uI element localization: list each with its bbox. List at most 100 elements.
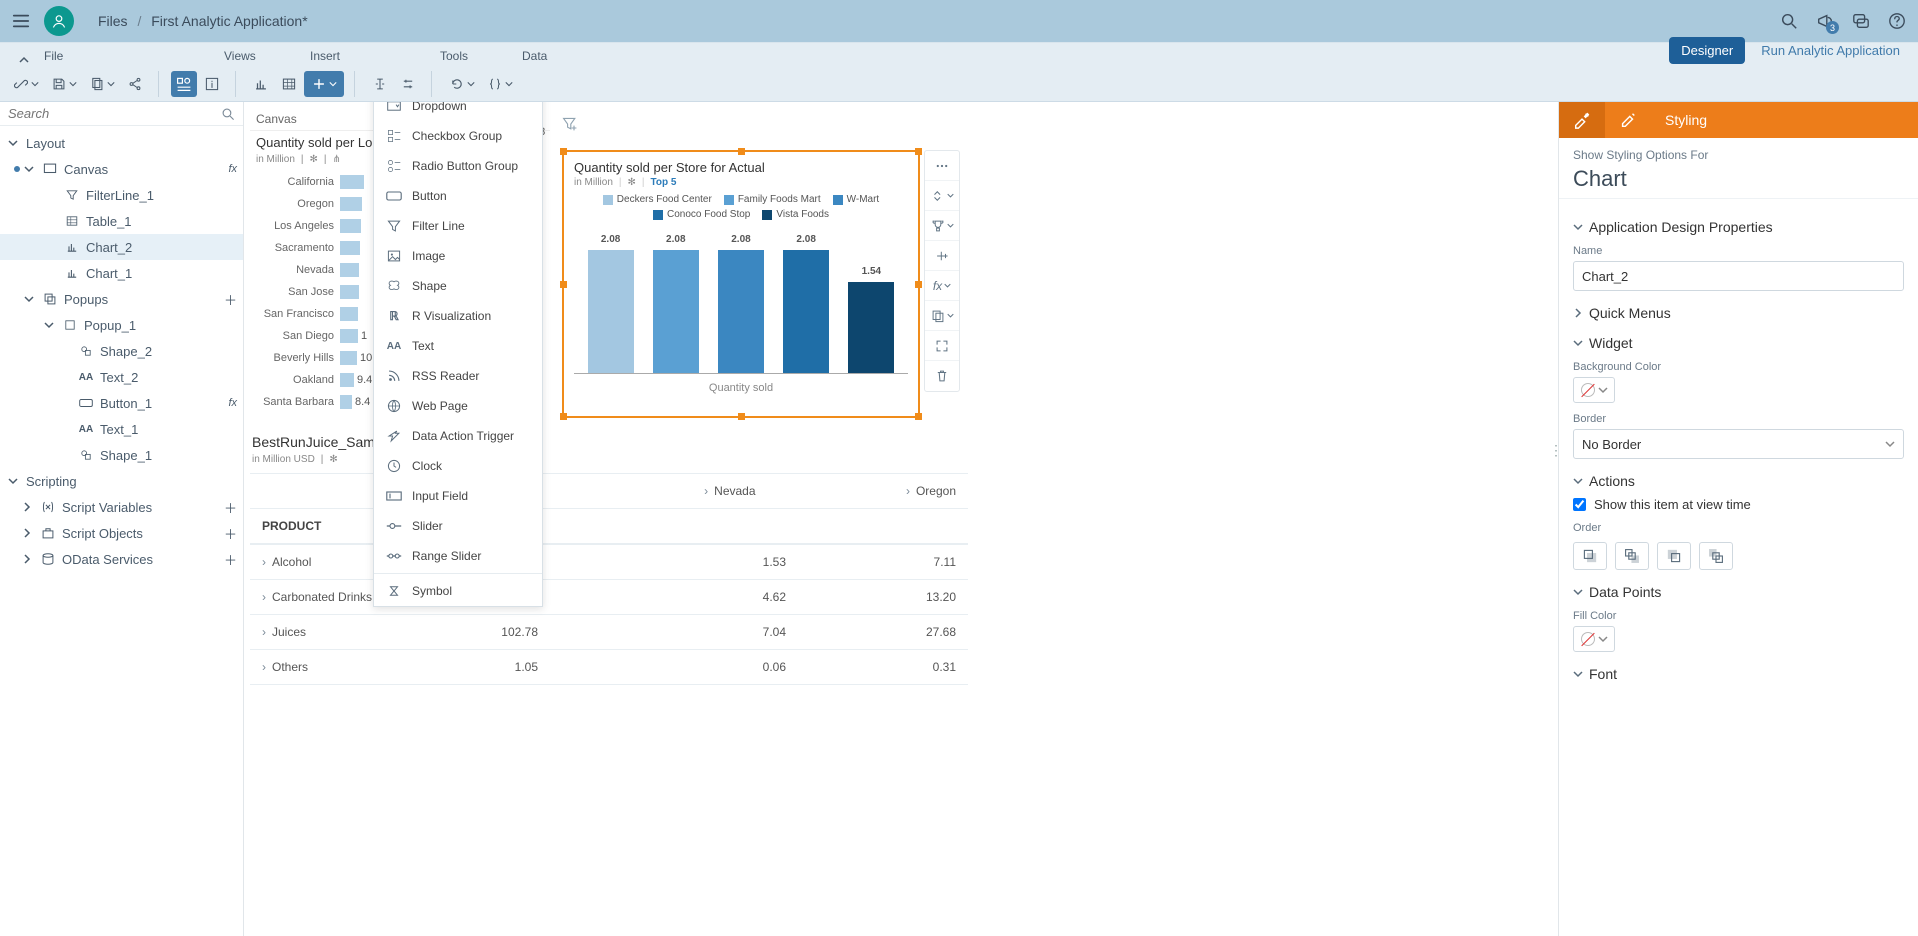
table-row[interactable]: ›Juices102.787.0427.68 xyxy=(250,615,968,650)
search-icon[interactable] xyxy=(221,107,235,121)
fx-icon[interactable]: fx xyxy=(228,397,237,409)
controls-button[interactable] xyxy=(395,71,421,97)
info-panel-button[interactable] xyxy=(199,71,225,97)
menu-data[interactable]: Data xyxy=(516,49,557,66)
outline-button1[interactable]: Button_1fx xyxy=(0,390,243,416)
insert-menu-item[interactable]: Web Page xyxy=(374,391,542,421)
outline-canvas[interactable]: Canvas fx xyxy=(0,156,243,182)
outline-scriptvars[interactable]: Script Variables＋ xyxy=(0,494,243,520)
filter-plus-icon[interactable] xyxy=(562,116,578,132)
delete-widget-button[interactable] xyxy=(925,361,959,391)
col-header[interactable]: ›Nevada xyxy=(563,474,767,509)
menu-file[interactable]: File xyxy=(38,49,208,66)
section-datapoints[interactable]: Data Points xyxy=(1573,584,1904,600)
trophy-button[interactable] xyxy=(925,211,959,241)
outline-section-layout[interactable]: Layout xyxy=(0,130,243,156)
insert-menu-item[interactable]: ℝR Visualization xyxy=(374,301,542,331)
collapse-toolbar-button[interactable] xyxy=(10,56,38,66)
insert-menu-item[interactable]: Filter Line xyxy=(374,211,542,241)
insert-menu-item[interactable]: Clock xyxy=(374,451,542,481)
add-scriptobj-button[interactable]: ＋ xyxy=(224,524,237,543)
outline-popup1[interactable]: Popup_1 xyxy=(0,312,243,338)
table-row[interactable]: ›Alcohol25.391.537.11 xyxy=(250,545,968,580)
gear-icon[interactable]: ✻ xyxy=(628,177,636,188)
outline-shape1[interactable]: Shape_1 xyxy=(0,442,243,468)
share-button[interactable] xyxy=(122,71,148,97)
swap-axes-button[interactable] xyxy=(925,181,959,211)
section-actions[interactable]: Actions xyxy=(1573,473,1904,489)
fullscreen-button[interactable] xyxy=(925,331,959,361)
section-widget[interactable]: Widget xyxy=(1573,335,1904,351)
insert-menu-item[interactable]: Radio Button Group xyxy=(374,151,542,181)
add-scriptvar-button[interactable]: ＋ xyxy=(224,498,237,517)
outline-section-scripting[interactable]: Scripting xyxy=(0,468,243,494)
insert-add-button[interactable] xyxy=(304,71,344,97)
product-header[interactable]: PRODUCT xyxy=(250,509,968,544)
insert-menu-item[interactable]: Slider xyxy=(374,511,542,541)
insert-menu-item[interactable]: Input Field xyxy=(374,481,542,511)
help-icon[interactable] xyxy=(1888,12,1906,30)
insert-menu-item[interactable]: Button xyxy=(374,181,542,211)
show-at-viewtime-checkbox[interactable]: Show this item at view time xyxy=(1573,497,1904,512)
insert-menu-item[interactable]: Data Action Trigger xyxy=(374,421,542,451)
add-odata-button[interactable]: ＋ xyxy=(224,550,237,569)
insert-menu-item[interactable]: Symbol xyxy=(374,576,542,606)
link-dropdown-button[interactable] xyxy=(8,71,44,97)
insert-menu-item[interactable]: AAText xyxy=(374,331,542,361)
canvas-area[interactable]: Canvas Quantity sold per Lo in Million| … xyxy=(244,102,1558,936)
copy-dropdown-button[interactable] xyxy=(84,71,120,97)
outline-popups[interactable]: Popups＋ xyxy=(0,286,243,312)
braces-button[interactable] xyxy=(482,71,518,97)
designer-button[interactable]: Designer xyxy=(1669,37,1745,64)
bring-forward-button[interactable] xyxy=(1657,542,1691,570)
gear-icon[interactable]: ✻ xyxy=(310,154,318,165)
builder-tab[interactable] xyxy=(1559,102,1605,138)
discussion-icon[interactable] xyxy=(1852,12,1870,30)
save-dropdown-button[interactable] xyxy=(46,71,82,97)
insert-menu-item[interactable]: Dropdown xyxy=(374,102,542,121)
fill-color-picker[interactable] xyxy=(1573,626,1615,652)
hamburger-icon[interactable] xyxy=(12,12,30,30)
outline-view-button[interactable] xyxy=(171,71,197,97)
styling-tab-icon[interactable] xyxy=(1605,102,1651,138)
insert-menu-item[interactable]: RSS Reader xyxy=(374,361,542,391)
search-icon[interactable] xyxy=(1780,12,1798,30)
send-backward-button[interactable] xyxy=(1573,542,1607,570)
menu-views[interactable]: Views xyxy=(218,49,294,66)
bring-to-front-button[interactable] xyxy=(1699,542,1733,570)
add-popup-button[interactable]: ＋ xyxy=(224,290,237,309)
border-select[interactable]: No Border xyxy=(1573,429,1904,459)
insert-menu-item[interactable]: Range Slider xyxy=(374,541,542,571)
table-row[interactable]: ›Carbonated Drinks44.264.6213.20 xyxy=(250,580,968,615)
outline-chart2[interactable]: Chart_2 xyxy=(0,234,243,260)
outline-text1[interactable]: AAText_1 xyxy=(0,416,243,442)
refresh-button[interactable] xyxy=(444,71,480,97)
gear-icon[interactable]: ✻ xyxy=(329,454,337,465)
insert-chart-button[interactable] xyxy=(248,71,274,97)
col-header[interactable]: ›Oregon xyxy=(768,474,968,509)
menu-tools[interactable]: Tools xyxy=(434,49,506,66)
outline-search-input[interactable] xyxy=(8,106,221,121)
section-font[interactable]: Font xyxy=(1573,666,1904,682)
outline-text2[interactable]: AAText_2 xyxy=(0,364,243,390)
hierarchy-icon[interactable]: ⋔ xyxy=(333,154,341,165)
bg-color-picker[interactable] xyxy=(1573,377,1615,403)
widget-name-input[interactable] xyxy=(1573,261,1904,291)
announcement-icon[interactable]: 3 xyxy=(1816,12,1834,30)
breadcrumb-title[interactable]: First Analytic Application* xyxy=(151,13,307,29)
outline-chart1[interactable]: Chart_1 xyxy=(0,260,243,286)
more-actions-button[interactable] xyxy=(925,151,959,181)
fx-icon[interactable]: fx xyxy=(228,163,237,175)
insert-table-button[interactable] xyxy=(276,71,302,97)
section-app-design[interactable]: Application Design Properties xyxy=(1573,219,1904,235)
formula-button[interactable] xyxy=(367,71,393,97)
section-quick-menus[interactable]: Quick Menus xyxy=(1573,305,1904,321)
send-to-back-button[interactable] xyxy=(1615,542,1649,570)
outline-odata[interactable]: OData Services＋ xyxy=(0,546,243,572)
insert-menu-item[interactable]: Checkbox Group xyxy=(374,121,542,151)
run-app-link[interactable]: Run Analytic Application xyxy=(1761,43,1900,58)
outline-table1[interactable]: Table_1 xyxy=(0,208,243,234)
outline-shape2[interactable]: Shape_2 xyxy=(0,338,243,364)
insert-menu-item[interactable]: Image xyxy=(374,241,542,271)
menu-insert[interactable]: Insert xyxy=(304,49,424,66)
